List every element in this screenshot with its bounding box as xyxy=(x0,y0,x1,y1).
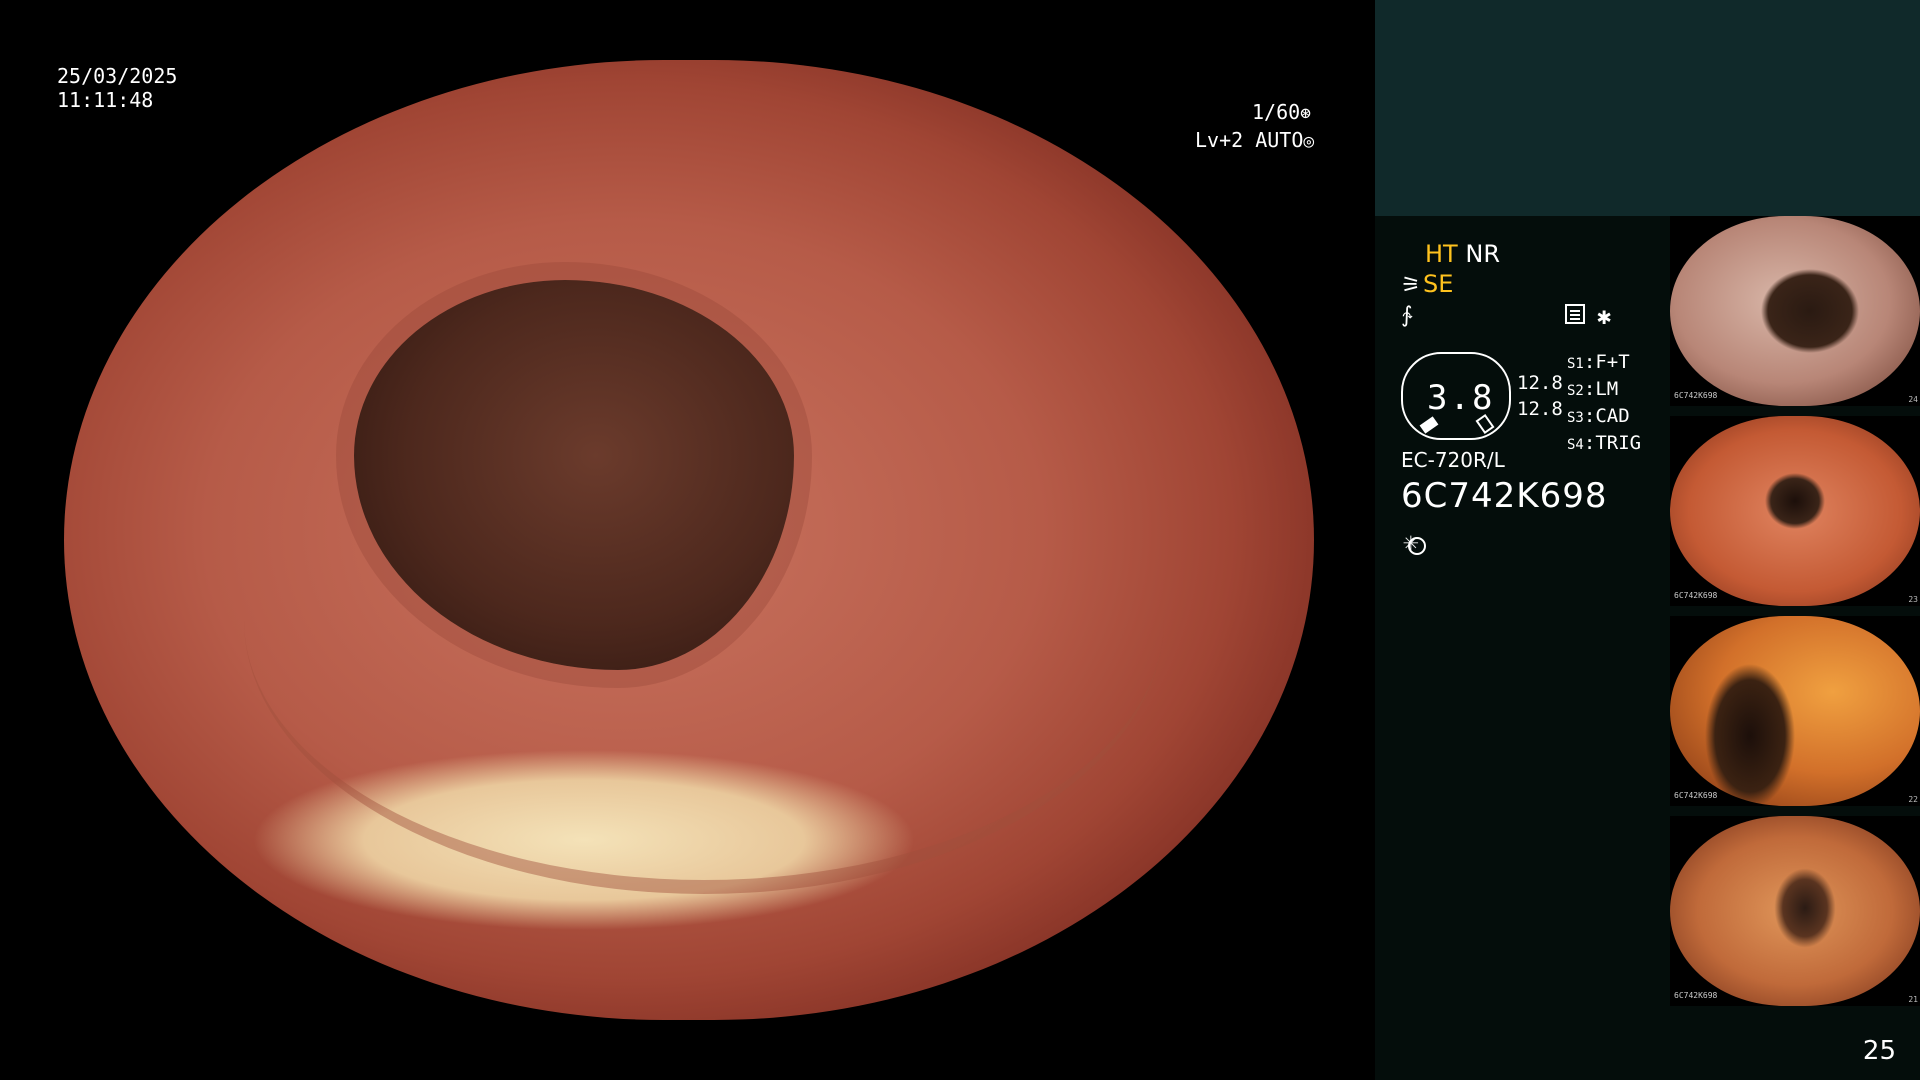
mode-row-2: ⚞SE xyxy=(1401,270,1671,300)
iris-icon: ◎ xyxy=(1303,131,1315,152)
main-endoscope-view: 25/03/2025 11:11:48 1/60⊛ Lv+2 AUTO◎ xyxy=(0,0,1375,1080)
mucosal-fold xyxy=(244,620,1164,894)
side-panel: HT NR ⚞SE ∱ ✱ 3.8 12.8 12.8 S1:F+T S2:LM… xyxy=(1375,0,1920,1080)
time-label: 11:11:48 xyxy=(57,88,154,112)
zoom-dial: 3.8 xyxy=(1401,352,1511,440)
thumbnail-image xyxy=(1670,616,1920,806)
light-icon xyxy=(1401,527,1431,560)
level-value: Lv+2 AUTO xyxy=(1195,128,1304,152)
side-header-area xyxy=(1375,0,1920,216)
thumbnail-number: 21 xyxy=(1908,995,1918,1004)
thumbnail-serial: 6C742K698 xyxy=(1674,991,1718,1000)
shutter-value: 1/60 xyxy=(1252,100,1301,124)
colon-lumen xyxy=(354,280,794,670)
se-mode: SE xyxy=(1423,270,1454,298)
mode-row-1: HT NR xyxy=(1401,240,1671,270)
thumbnail[interactable]: 6C742K698 23 xyxy=(1670,416,1920,606)
switch-item: S2:LM xyxy=(1567,378,1619,400)
nr-mode: NR xyxy=(1465,240,1500,268)
thumbnail-number: 23 xyxy=(1908,595,1918,604)
scope-model: EC-720R/L xyxy=(1401,448,1505,472)
switch-list: S1:F+T S2:LM S3:CAD S4:TRIG xyxy=(1567,350,1641,458)
switch-item: S3:CAD xyxy=(1567,405,1630,427)
dial-value: 3.8 xyxy=(1427,378,1495,418)
enhancement-icon: ⚞ xyxy=(1401,273,1421,298)
thumbnail[interactable]: 6C742K698 21 xyxy=(1670,816,1920,1006)
ht-mode: HT xyxy=(1425,240,1458,268)
level-readout: Lv+2 AUTO◎ xyxy=(1195,128,1314,154)
shutter-readout: 1/60⊛ xyxy=(1252,100,1311,126)
freeze-icon: ∱ xyxy=(1401,303,1413,328)
page-number: 25 xyxy=(1862,1036,1896,1066)
dial-marker-left-icon xyxy=(1419,416,1439,434)
thumbnail-image xyxy=(1670,416,1920,606)
processor-info: HT NR ⚞SE ∱ ✱ 3.8 12.8 12.8 S1:F+T S2:LM… xyxy=(1401,240,1671,557)
thumbnail-image xyxy=(1670,216,1920,406)
thumbnail-number: 22 xyxy=(1908,795,1918,804)
mode-row-3: ∱ xyxy=(1401,300,1671,330)
thumbnail[interactable]: 6C742K698 24 xyxy=(1670,216,1920,406)
dial-side-top: 12.8 xyxy=(1517,372,1563,394)
asterisk-icon: ✱ xyxy=(1597,302,1612,330)
scope-serial: 6C742K698 xyxy=(1401,476,1608,516)
thumbnail-strip: 6C742K698 24 6C742K698 23 6C742K698 22 6… xyxy=(1670,216,1920,1016)
endoscope-image xyxy=(64,60,1314,1020)
dial-side-bottom: 12.8 xyxy=(1517,398,1563,420)
date-label: 25/03/2025 xyxy=(57,64,178,88)
thumbnail-serial: 6C742K698 xyxy=(1674,791,1718,800)
switch-item: S4:TRIG xyxy=(1567,432,1642,454)
thumbnail-serial: 6C742K698 xyxy=(1674,391,1718,400)
thumbnail-serial: 6C742K698 xyxy=(1674,591,1718,600)
thumbnail[interactable]: 6C742K698 22 xyxy=(1670,616,1920,806)
histogram-icon xyxy=(1565,304,1585,324)
thumbnail-image xyxy=(1670,816,1920,1006)
shutter-icon: ⊛ xyxy=(1300,103,1312,124)
thumbnail-number: 24 xyxy=(1908,395,1918,404)
switch-item: S1:F+T xyxy=(1567,351,1630,373)
